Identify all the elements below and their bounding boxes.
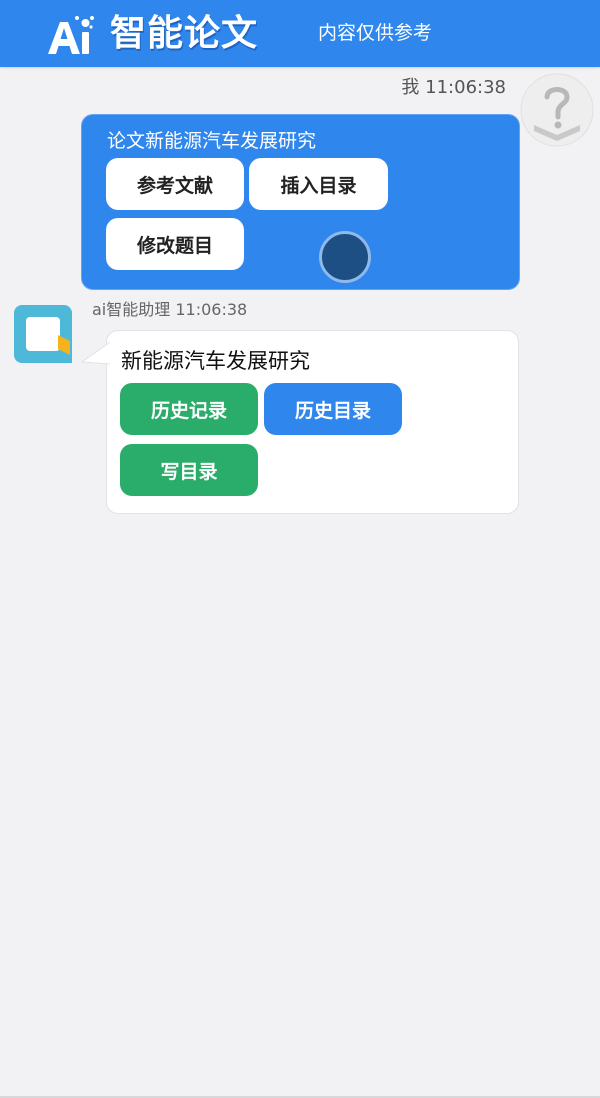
user-message-text: 论文新能源汽车发展研究	[107, 130, 317, 152]
history-toc-button[interactable]: 历史目录	[264, 383, 402, 435]
user-message-meta: 我 11:06:38	[401, 76, 506, 100]
svg-text:Ai: Ai	[44, 14, 46, 15]
assistant-bubble-tail	[82, 341, 110, 365]
disclaimer-text: 内容仅供参考	[318, 22, 433, 44]
assistant-name: ai智能助理	[92, 300, 171, 319]
user-bubble-tail	[490, 122, 518, 144]
write-toc-button[interactable]: 写目录	[120, 444, 258, 496]
edit-title-button[interactable]: 修改题目	[106, 218, 244, 270]
app-title: 智能论文	[110, 13, 259, 54]
user-message-time: 11:06:38	[425, 77, 506, 98]
floating-ball-icon[interactable]	[319, 231, 371, 283]
references-button[interactable]: 参考文献	[106, 158, 244, 210]
assistant-logo-icon	[14, 305, 72, 363]
user-name: 我	[401, 77, 420, 98]
question-mark-avatar-icon[interactable]	[520, 73, 594, 147]
assistant-message-meta: ai智能助理 11:06:38	[92, 299, 247, 321]
assistant-message-time: 11:06:38	[175, 300, 248, 319]
history-records-button[interactable]: 历史记录	[120, 383, 258, 435]
insert-toc-button[interactable]: 插入目录	[249, 158, 388, 210]
app-header: Ai 智能论文 内容仅供参考	[0, 0, 600, 67]
ai-logo-icon: Ai	[44, 14, 94, 54]
assistant-message-text: 新能源汽车发展研究	[121, 349, 310, 373]
